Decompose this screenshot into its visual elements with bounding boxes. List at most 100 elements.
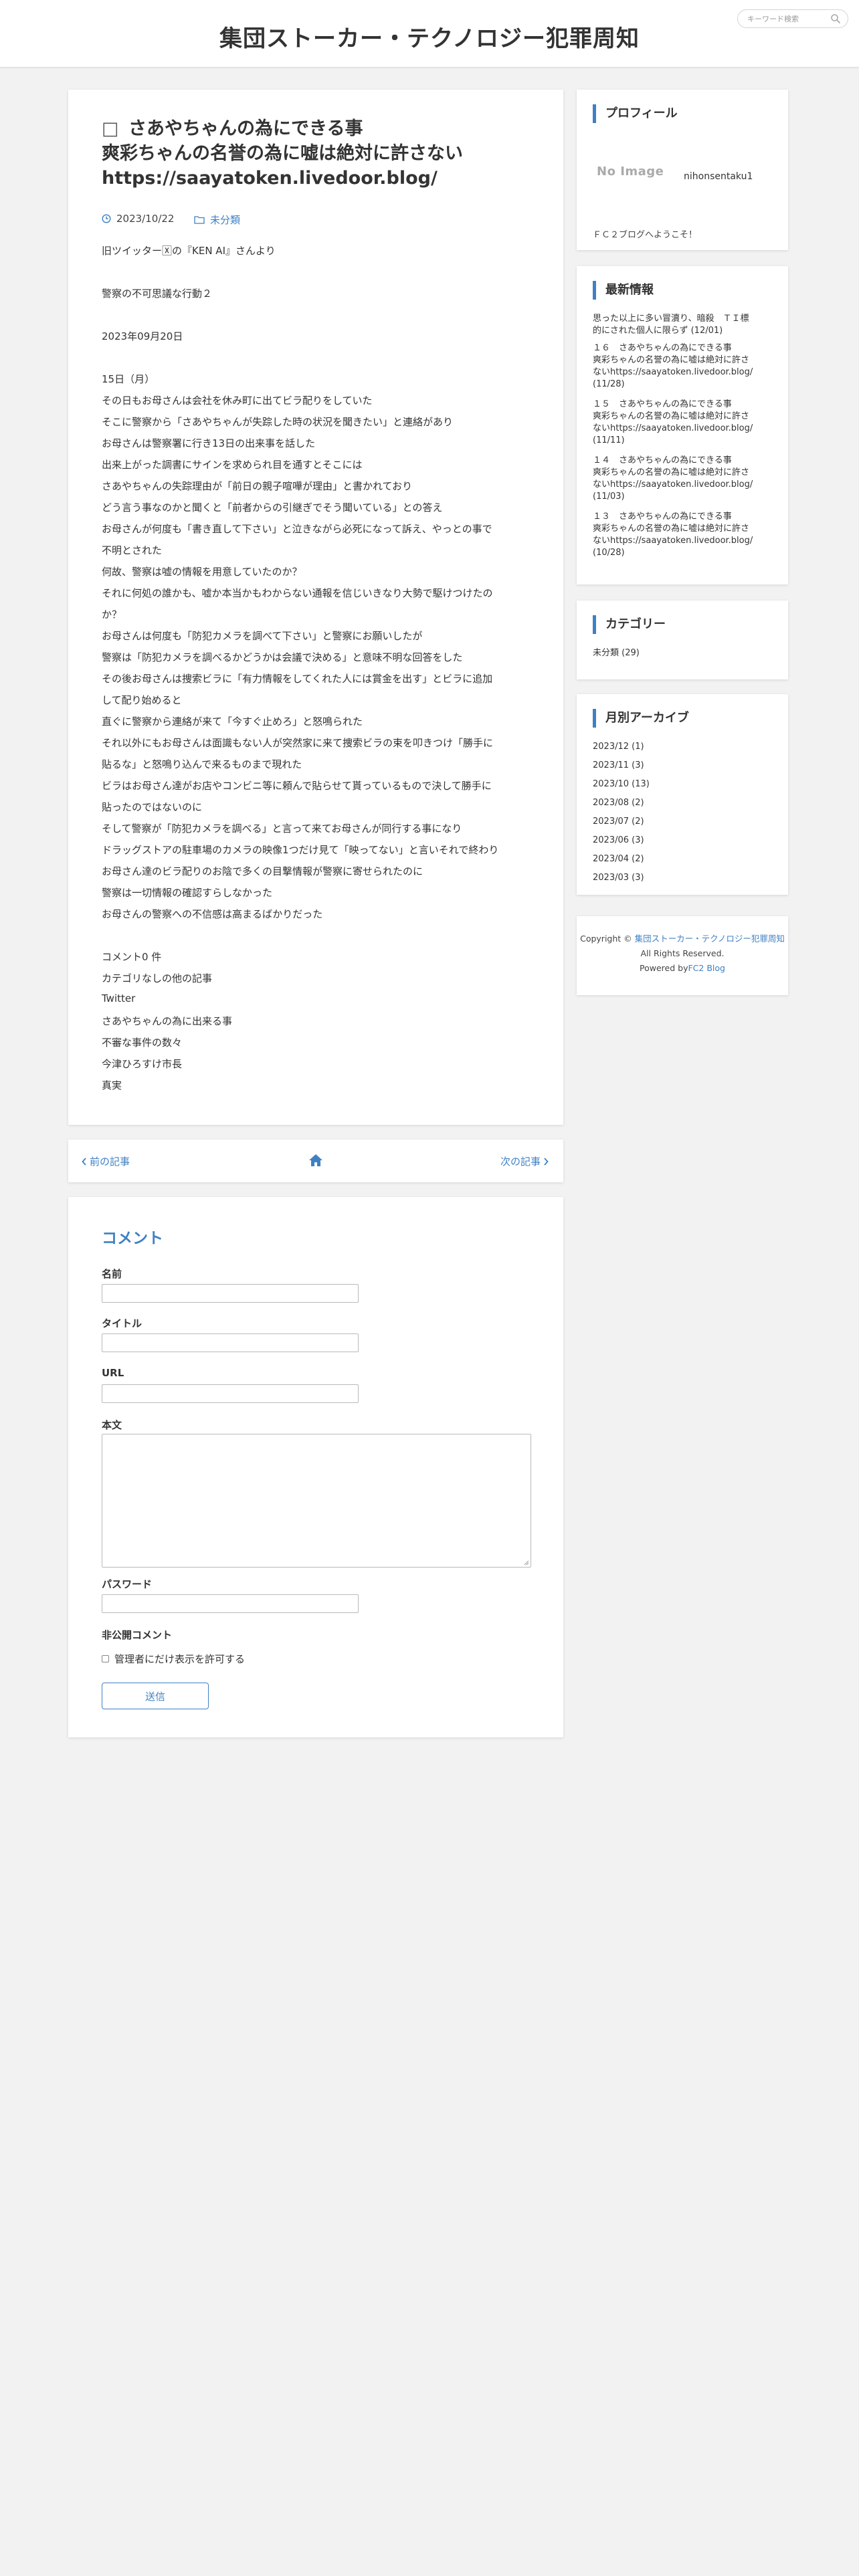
recent-post-line[interactable]: 爽彩ちゃんの名誉の為に嘘は絶対に許さ bbox=[593, 523, 753, 535]
recent-post-link[interactable]: １４ さあやちゃんの為にできる事 爽彩ちゃんの名誉の為に嘘は絶対に許さ ないhttp… bbox=[593, 455, 753, 503]
recent-post-link[interactable]: 思った以上に多い冒瀆り、暗殺 ＴＩ標 的にされた個人に限らず (12/01) bbox=[593, 313, 749, 337]
powered-line: Powered byFC2 Blog bbox=[577, 962, 788, 975]
archive-item[interactable]: 2023/06 (3) bbox=[593, 835, 644, 847]
body-line: 何故、警察は嘘の情報を用意していたのか？ bbox=[102, 566, 302, 578]
body-line: その日もお母さんは会社を休み町に出てビラ配りをしていた bbox=[102, 395, 373, 407]
post-date-text: 2023/10/22 bbox=[116, 213, 175, 225]
post-date: 2023/10/22 bbox=[102, 213, 174, 225]
body-line: お母さんは何度も「防犯カメラを調べて下さい」と警察にお願いしたが bbox=[102, 630, 423, 642]
related-post-link[interactable]: 真実 bbox=[102, 1078, 122, 1092]
body-line: 2023年09月20日 bbox=[102, 330, 183, 342]
related-post-link[interactable]: さあやちゃんの為に出来る事 bbox=[102, 1014, 232, 1028]
prev-post-link[interactable]: 前の記事 bbox=[82, 1154, 130, 1168]
body-line: その後お母さんは捜索ビラに「有力情報をしてくれた人には賞金を出す」とビラに追加 bbox=[102, 673, 493, 685]
archive-heading: 月別アーカイブ bbox=[593, 709, 689, 728]
archive-item[interactable]: 2023/08 (2) bbox=[593, 797, 644, 809]
archive-item[interactable]: 2023/07 (2) bbox=[593, 816, 644, 828]
submit-button[interactable]: 送信 bbox=[102, 1683, 209, 1709]
site-title[interactable]: 集団ストーカー・テクノロジー犯罪周知 bbox=[0, 20, 859, 53]
site-header: 集団ストーカー・テクノロジー犯罪周知 bbox=[0, 0, 859, 68]
comment-heading: コメント bbox=[102, 1230, 163, 1247]
recent-post-line[interactable]: ないhttps://saayatoken.livedoor.blog/ bbox=[593, 479, 753, 491]
body-line: 貼ったのではないのに bbox=[102, 801, 203, 813]
related-post-link[interactable]: 不審な事件の数々 bbox=[102, 1035, 182, 1049]
body-line: 警察は「防犯カメラを調べるかどうかは会議で決める」と意味不明な回答をした bbox=[102, 651, 463, 663]
search-icon[interactable] bbox=[830, 13, 841, 24]
name-input[interactable] bbox=[102, 1284, 359, 1303]
next-post-link[interactable]: 次の記事 bbox=[500, 1154, 549, 1168]
post-category[interactable]: 未分類 bbox=[194, 213, 240, 227]
post-category-link[interactable]: 未分類 bbox=[210, 213, 240, 227]
site-link[interactable]: 集団ストーカー・テクノロジー犯罪周知 bbox=[635, 934, 785, 944]
fc2-blog-link[interactable]: FC2 Blog bbox=[688, 963, 725, 973]
recent-post-link[interactable]: １６ さあやちゃんの為にできる事 爽彩ちゃんの名誉の為に嘘は絶対に許さ ないhttp… bbox=[593, 342, 753, 391]
recent-post-line[interactable]: １５ さあやちゃんの為にできる事 bbox=[593, 399, 753, 411]
url-label: URL bbox=[102, 1367, 124, 1379]
title-label: タイトル bbox=[102, 1317, 142, 1329]
clock-icon bbox=[102, 214, 111, 223]
categories-heading: カテゴリー bbox=[593, 615, 666, 634]
archive-item[interactable]: 2023/10 (13) bbox=[593, 778, 650, 790]
resize-handle-icon[interactable] bbox=[523, 1560, 529, 1566]
copyright-line: Copyright © 集団ストーカー・テクノロジー犯罪周知 bbox=[577, 932, 788, 946]
profile-heading: プロフィール bbox=[593, 104, 678, 123]
recent-post-line[interactable]: (11/03) bbox=[593, 491, 753, 503]
recent-post-line[interactable]: 爽彩ちゃんの名誉の為に嘘は絶対に許さ bbox=[593, 411, 753, 423]
title-input[interactable] bbox=[102, 1333, 359, 1352]
body-line: お母さんの警察への不信感は高まるばかりだった bbox=[102, 908, 323, 920]
body-line: 警察は一切情報の確認すらしなかった bbox=[102, 887, 273, 899]
private-comment-checkbox-label[interactable]: 管理者にだけ表示を許可する bbox=[114, 1652, 245, 1666]
prev-post-label[interactable]: 前の記事 bbox=[90, 1154, 130, 1168]
archive-item[interactable]: 2023/12 (1) bbox=[593, 741, 644, 753]
recent-post-line[interactable]: (11/28) bbox=[593, 379, 753, 391]
next-post-label[interactable]: 次の記事 bbox=[500, 1154, 541, 1168]
recent-post-line[interactable]: １４ さあやちゃんの為にできる事 bbox=[593, 455, 753, 467]
recent-post-line[interactable]: 思った以上に多い冒瀆り、暗殺 ＴＩ標 bbox=[593, 313, 749, 325]
body-line: ビラはお母さん達がお店やコンビニ等に頼んで貼らせて貰っているもので決して勝手に bbox=[102, 780, 492, 792]
category-item[interactable]: 未分類 (29) bbox=[593, 647, 640, 659]
recent-post-line[interactable]: ないhttps://saayatoken.livedoor.blog/ bbox=[593, 366, 753, 379]
recent-post-line[interactable]: (10/28) bbox=[593, 547, 753, 559]
recent-post-line[interactable]: １３ さあやちゃんの為にできる事 bbox=[593, 511, 753, 523]
archive-item[interactable]: 2023/11 (3) bbox=[593, 760, 644, 772]
recent-post-line[interactable]: １６ さあやちゃんの為にできる事 bbox=[593, 342, 753, 354]
body-line: か？ bbox=[102, 609, 122, 621]
body-line: それに何処の誰かも、嘘か本当かもわからない通報を信じいきなり大勢で駆けつけたの bbox=[102, 587, 493, 599]
password-label: パスワード bbox=[102, 1578, 153, 1590]
archive-item[interactable]: 2023/03 (3) bbox=[593, 872, 644, 884]
private-comment-checkbox[interactable] bbox=[102, 1655, 109, 1662]
comment-body-textarea[interactable] bbox=[102, 1434, 531, 1568]
post-title-line: https://saayatoken.livedoor.blog/ bbox=[102, 168, 438, 189]
body-line: コメント0 件 bbox=[102, 951, 162, 963]
body-line: して配り始めると bbox=[102, 694, 182, 706]
archive-item[interactable]: 2023/04 (2) bbox=[593, 853, 644, 865]
recent-post-line[interactable]: 的にされた個人に限らず (12/01) bbox=[593, 325, 749, 337]
recent-post-line[interactable]: 爽彩ちゃんの名誉の為に嘘は絶対に許さ bbox=[593, 354, 753, 366]
recent-post-link[interactable]: １５ さあやちゃんの為にできる事 爽彩ちゃんの名誉の為に嘘は絶対に許さ ないhttp… bbox=[593, 399, 753, 447]
body-line: 15日（月） bbox=[102, 373, 155, 385]
recent-post-line[interactable]: ないhttps://saayatoken.livedoor.blog/ bbox=[593, 423, 753, 435]
body-line: どう言う事なのかと聞くと「前者からの引継ぎでそう聞いている」との答え bbox=[102, 502, 443, 514]
search-input[interactable] bbox=[747, 13, 828, 24]
copyright-prefix: Copyright © bbox=[580, 934, 632, 944]
home-icon[interactable] bbox=[308, 1154, 323, 1167]
recent-post-link[interactable]: １３ さあやちゃんの為にできる事 爽彩ちゃんの名誉の為に嘘は絶対に許さ ないhttp… bbox=[593, 511, 753, 559]
archive-widget: 月別アーカイブ 2023/12 (1) 2023/11 (3) 2023/10 (1… bbox=[577, 694, 788, 895]
url-input[interactable] bbox=[102, 1384, 359, 1403]
body-line: さあやちゃんの失踪理由が「前日の親子喧嘩が理由」と書かれており bbox=[102, 480, 413, 492]
recent-post-line[interactable]: 爽彩ちゃんの名誉の為に嘘は絶対に許さ bbox=[593, 467, 753, 479]
recent-post-line[interactable]: ないhttps://saayatoken.livedoor.blog/ bbox=[593, 535, 753, 547]
private-comment-option[interactable]: 管理者にだけ表示を許可する bbox=[102, 1652, 245, 1666]
search-box[interactable] bbox=[737, 9, 848, 28]
body-line: お母さん達のビラ配りのお陰で多くの目撃情報が警察に寄せられたのに bbox=[102, 865, 423, 877]
body-line: そして警察が「防犯カメラを調べる」と言って来てお母さんが同行する事になり bbox=[102, 823, 462, 835]
body-line: そこに警察から「さあやちゃんが失踪した時の状況を聞きたい」と連絡があり bbox=[102, 416, 454, 428]
powered-prefix: Powered by bbox=[640, 963, 688, 973]
related-post-link[interactable]: 今津ひろすけ市長 bbox=[102, 1057, 182, 1071]
password-input[interactable] bbox=[102, 1594, 359, 1613]
recent-post-line[interactable]: (11/11) bbox=[593, 435, 753, 447]
post-title: □ さあやちゃんの為にできる事 爽彩ちゃんの名誉の為に嘘は絶対に許さない http… bbox=[102, 116, 530, 191]
body-label: 本文 bbox=[102, 1419, 122, 1431]
categories-widget: カテゴリー 未分類 (29) bbox=[577, 601, 788, 679]
body-line: 直ぐに警察から連絡が来て「今すぐ止めろ」と怒鳴られた bbox=[102, 716, 363, 728]
